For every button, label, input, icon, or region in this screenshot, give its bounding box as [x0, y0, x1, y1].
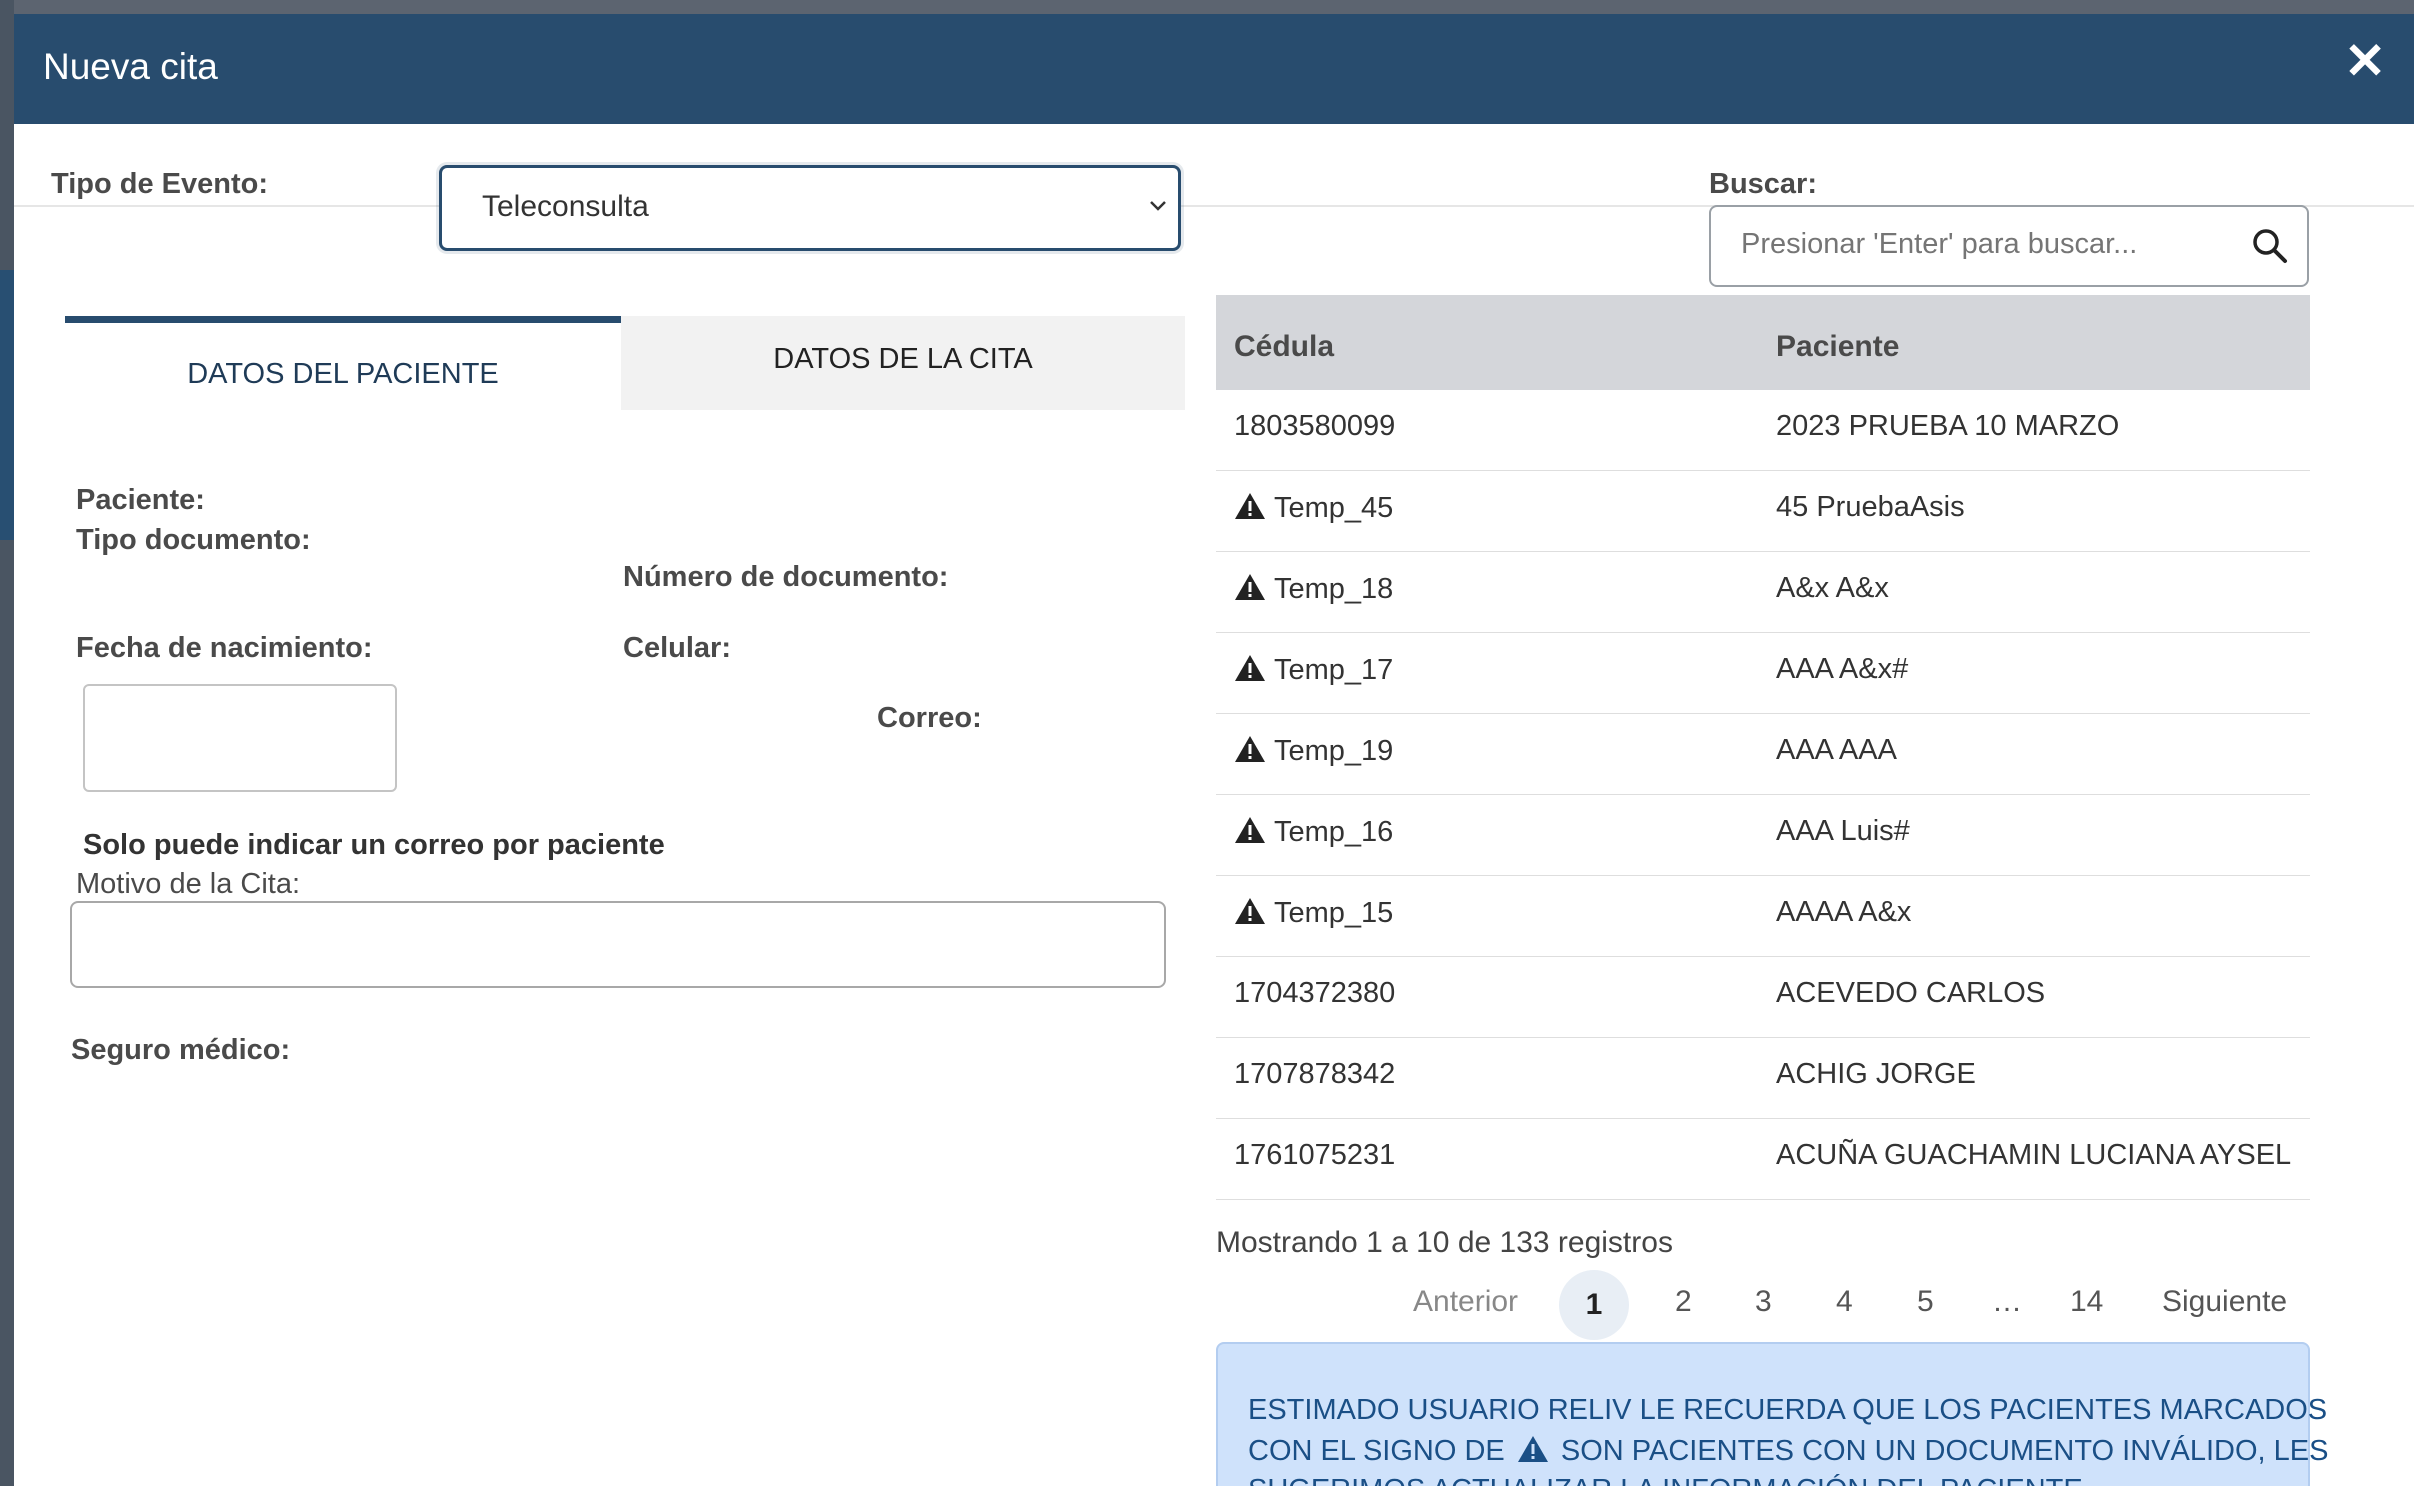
cell-paciente: AAA Luis#	[1776, 815, 1910, 847]
tab-label: DATOS DEL PACIENTE	[187, 358, 499, 390]
page-2-button[interactable]: 2	[1675, 1285, 1692, 1319]
table-row[interactable]: Temp_17 AAA A&x#	[1216, 633, 2310, 714]
cedula-value: 1803580099	[1234, 410, 1396, 442]
form-tabs: DATOS DEL PACIENTE DATOS DE LA CITA	[65, 316, 1185, 410]
column-header-paciente: Paciente	[1776, 330, 1900, 363]
cedula-value: Temp_16	[1274, 816, 1394, 848]
cell-paciente: AAAA A&x	[1776, 896, 1912, 928]
table-row[interactable]: Temp_45 45 PruebaAsis	[1216, 471, 2310, 552]
background-page	[0, 0, 14, 1486]
insurance-label: Seguro médico:	[71, 1034, 291, 1066]
cedula-value: Temp_15	[1274, 897, 1394, 929]
search-box	[1709, 205, 2309, 287]
tab-label: DATOS DE LA CITA	[773, 343, 1033, 375]
table-row[interactable]: Temp_19 AAA AAA	[1216, 714, 2310, 795]
alert-text-part: SON PACIENTES CON UN DOCUMENTO INVÁLIDO,…	[1560, 1435, 2329, 1467]
warning-icon	[1235, 493, 1265, 519]
cedula-value: Temp_45	[1274, 492, 1394, 524]
tab-appointment-data[interactable]: DATOS DE LA CITA	[621, 316, 1185, 410]
table-header: Cédula Paciente	[1216, 295, 2310, 390]
column-header-cedula: Cédula	[1234, 330, 1335, 363]
page-3-button[interactable]: 3	[1755, 1285, 1772, 1319]
email-note: Solo puede indicar un correo por pacient…	[83, 829, 665, 861]
cell-paciente: AAA A&x#	[1776, 653, 1909, 685]
next-page-button[interactable]: Siguiente	[2162, 1285, 2287, 1319]
modal-title: Nueva cita	[43, 46, 218, 87]
cell-paciente: ACHIG JORGE	[1776, 1058, 1976, 1090]
warning-icon	[1235, 655, 1265, 681]
chevron-down-icon	[1150, 201, 1166, 211]
records-info: Mostrando 1 a 10 de 133 registros	[1216, 1226, 1673, 1259]
cell-cedula: Temp_17	[1234, 653, 1393, 687]
alert-text-part: CON EL SIGNO DE	[1248, 1435, 1505, 1467]
email-label: Correo:	[877, 702, 982, 734]
table-row[interactable]: 1761075231 ACUÑA GUACHAMIN LUCIANA AYSEL	[1216, 1119, 2310, 1200]
invalid-document-alert: ESTIMADO USUARIO RELIV LE RECUERDA QUE L…	[1216, 1342, 2328, 1486]
warning-icon	[1235, 817, 1265, 843]
event-type-label: Tipo de Evento:	[51, 168, 268, 200]
cedula-value: Temp_17	[1274, 654, 1394, 686]
patient-label: Paciente:	[76, 484, 205, 516]
page-ellipsis: …	[1992, 1285, 2022, 1318]
table-row[interactable]: 1707878342 ACHIG JORGE	[1216, 1038, 2310, 1119]
warning-icon	[1517, 1436, 1548, 1462]
table-row[interactable]: 1803580099 2023 PRUEBA 10 MARZO	[1216, 390, 2310, 471]
cell-cedula: Temp_19	[1234, 734, 1393, 768]
page-5-button[interactable]: 5	[1917, 1285, 1934, 1319]
tab-patient-data[interactable]: DATOS DEL PACIENTE	[65, 316, 621, 410]
page-14-button[interactable]: 14	[2070, 1285, 2103, 1319]
cedula-value: 1761075231	[1234, 1139, 1396, 1171]
alert-text-line-3: SUGERIMOS ACTUALIZAR LA INFORMACIÓN DEL …	[1248, 1474, 2083, 1486]
search-input[interactable]	[1741, 221, 2241, 267]
modal-header: Nueva cita ✕	[14, 14, 2414, 124]
reason-label: Motivo de la Cita:	[76, 868, 301, 900]
search-icon[interactable]	[2251, 227, 2289, 265]
cellphone-label: Celular:	[623, 632, 731, 664]
cell-cedula: Temp_15	[1234, 896, 1393, 930]
table-row[interactable]: 1704372380 ACEVEDO CARLOS	[1216, 957, 2310, 1038]
page-1-button[interactable]: 1	[1559, 1270, 1629, 1340]
cell-cedula: Temp_18	[1234, 572, 1393, 606]
new-appointment-modal: Nueva cita ✕ Tipo de Evento: Teleconsult…	[14, 14, 2414, 1486]
page-4-button[interactable]: 4	[1836, 1285, 1853, 1319]
table-row[interactable]: Temp_18 A&x A&x	[1216, 552, 2310, 633]
cell-paciente: ACUÑA GUACHAMIN LUCIANA AYSEL	[1776, 1139, 2292, 1171]
alert-text-line-1: ESTIMADO USUARIO RELIV LE RECUERDA QUE L…	[1248, 1394, 2328, 1426]
cell-cedula: 1707878342	[1234, 1058, 1395, 1091]
cell-paciente: AAA AAA	[1776, 734, 1897, 766]
cell-cedula: 1803580099	[1234, 410, 1395, 443]
event-type-select[interactable]: Teleconsulta	[439, 165, 1181, 251]
cell-cedula: 1761075231	[1234, 1139, 1395, 1172]
search-label: Buscar:	[1709, 168, 1817, 200]
table-row[interactable]: Temp_16 AAA Luis#	[1216, 795, 2310, 876]
cedula-value: 1704372380	[1234, 977, 1396, 1009]
close-icon[interactable]: ✕	[2344, 36, 2386, 86]
cell-paciente: ACEVEDO CARLOS	[1776, 977, 2046, 1009]
birth-date-label: Fecha de nacimiento:	[76, 632, 373, 664]
cedula-value: Temp_19	[1274, 735, 1394, 767]
cell-cedula: 1704372380	[1234, 977, 1395, 1010]
reason-field[interactable]	[70, 901, 1166, 988]
document-type-label: Tipo documento:	[76, 524, 311, 556]
patients-table: Cédula Paciente 1803580099 2023 PRUEBA 10…	[1216, 295, 2310, 1200]
cell-paciente: 2023 PRUEBA 10 MARZO	[1776, 410, 2120, 442]
cedula-value: 1707878342	[1234, 1058, 1396, 1090]
warning-icon	[1235, 898, 1265, 924]
table-row[interactable]: Temp_15 AAAA A&x	[1216, 876, 2310, 957]
document-number-label: Número de documento:	[623, 561, 949, 593]
warning-icon	[1235, 736, 1265, 762]
prev-page-button[interactable]: Anterior	[1413, 1285, 1518, 1319]
event-type-value: Teleconsulta	[482, 190, 649, 223]
cell-cedula: Temp_16	[1234, 815, 1393, 849]
cell-paciente: A&x A&x	[1776, 572, 1889, 604]
cell-paciente: 45 PruebaAsis	[1776, 491, 1965, 523]
cell-cedula: Temp_45	[1234, 491, 1393, 525]
warning-icon	[1235, 574, 1265, 600]
cedula-value: Temp_18	[1274, 573, 1394, 605]
alert-text-line-2: CON EL SIGNO DE SON PACIENTES CON UN DOC…	[1248, 1434, 2328, 1468]
email-field[interactable]	[83, 684, 397, 792]
page-number: 1	[1585, 1288, 1603, 1321]
